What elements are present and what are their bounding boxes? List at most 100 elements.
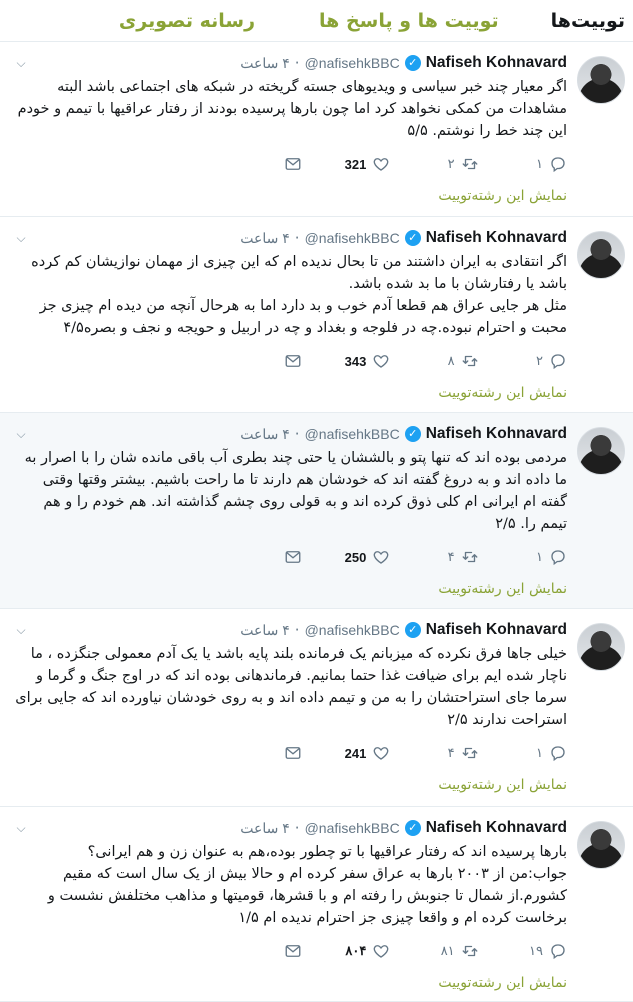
- separator-dot: ·: [294, 819, 300, 837]
- chevron-down-icon[interactable]: ⌵: [14, 56, 28, 70]
- author-handle[interactable]: @nafisehkBBC: [305, 622, 400, 638]
- tab-media[interactable]: رسانه تصویری: [119, 10, 279, 32]
- reply-count: ۲: [536, 353, 543, 368]
- tweet-timestamp[interactable]: ۴ ساعت: [240, 55, 290, 72]
- retweet-button[interactable]: ۴: [427, 548, 479, 566]
- reply-button[interactable]: ۱: [515, 744, 567, 762]
- tweet-timestamp[interactable]: ۴ ساعت: [240, 820, 290, 837]
- like-count: 250: [344, 549, 367, 565]
- chevron-down-icon[interactable]: ⌵: [14, 821, 28, 835]
- tab-tweets[interactable]: توییت‌ها: [551, 10, 625, 32]
- tweet-actions: ۲ ۸ 343: [250, 351, 567, 371]
- like-button[interactable]: 343: [338, 352, 390, 370]
- like-count: ۸۰۴: [345, 943, 367, 958]
- avatar[interactable]: [577, 231, 625, 279]
- retweet-button[interactable]: ۸۱: [427, 942, 479, 960]
- author-handle[interactable]: @nafisehkBBC: [305, 55, 400, 71]
- author-handle[interactable]: @nafisehkBBC: [305, 426, 400, 442]
- retweet-button[interactable]: ۲: [427, 155, 479, 173]
- author-name[interactable]: Nafiseh Kohnavard: [426, 229, 567, 247]
- tweet-text: مردمی بوده اند که تنها پتو و بالششان یا …: [24, 450, 567, 532]
- like-button[interactable]: 241: [338, 744, 390, 762]
- direct-message-button[interactable]: [250, 155, 302, 173]
- like-icon: [373, 355, 389, 368]
- tweet[interactable]: Nafiseh Kohnavard ✓ @nafisehkBBC · ۴ ساعت ⌵ اگ…: [0, 217, 633, 413]
- author-name[interactable]: Nafiseh Kohnavard: [426, 621, 567, 639]
- reply-icon: [551, 157, 565, 173]
- separator-dot: ·: [294, 54, 300, 72]
- reply-icon: [551, 746, 565, 762]
- author-handle[interactable]: @nafisehkBBC: [305, 820, 400, 836]
- separator-dot: ·: [294, 229, 300, 247]
- like-button[interactable]: 321: [338, 155, 390, 173]
- reply-icon: [551, 550, 565, 566]
- retweet-icon: [462, 355, 478, 367]
- separator-dot: ·: [294, 425, 300, 443]
- show-thread-link[interactable]: نمایش این رشته‌توییت: [438, 777, 567, 793]
- avatar[interactable]: [577, 427, 625, 475]
- reply-button[interactable]: ۲: [515, 352, 567, 370]
- direct-message-button[interactable]: [250, 352, 302, 370]
- show-thread-link[interactable]: نمایش این رشته‌توییت: [438, 385, 567, 401]
- retweet-icon: [462, 551, 478, 563]
- chevron-down-icon[interactable]: ⌵: [14, 427, 28, 441]
- chevron-down-icon[interactable]: ⌵: [14, 623, 28, 637]
- direct-message-button[interactable]: [250, 548, 302, 566]
- reply-count: ۱: [536, 745, 543, 760]
- retweet-count: ۸۱: [440, 943, 455, 958]
- verified-badge-icon: ✓: [404, 230, 421, 246]
- like-count: 321: [344, 156, 367, 172]
- tweet-actions: ۱ ۲ 321: [250, 154, 567, 174]
- verified-badge-icon: ✓: [404, 426, 421, 442]
- author-name[interactable]: Nafiseh Kohnavard: [426, 54, 567, 72]
- reply-button[interactable]: ۱: [515, 155, 567, 173]
- direct-message-icon: [285, 158, 301, 170]
- chevron-down-icon[interactable]: ⌵: [14, 231, 28, 245]
- retweet-icon: [462, 747, 478, 759]
- tweet-header: Nafiseh Kohnavard ✓ @nafisehkBBC · ۴ ساعت: [14, 423, 567, 445]
- tweet-header: Nafiseh Kohnavard ✓ @nafisehkBBC · ۴ ساعت: [14, 817, 567, 839]
- avatar[interactable]: [577, 56, 625, 104]
- reply-button[interactable]: ۱: [515, 548, 567, 566]
- tweet-timestamp[interactable]: ۴ ساعت: [240, 426, 290, 443]
- reply-button[interactable]: ۱۹: [515, 942, 567, 960]
- like-icon: [373, 747, 389, 760]
- tab-tweets-and-replies[interactable]: توییت ها و پاسخ ها: [319, 10, 523, 32]
- tweet[interactable]: Nafiseh Kohnavard ✓ @nafisehkBBC · ۴ ساعت ⌵ مر…: [0, 413, 633, 609]
- direct-message-button[interactable]: [250, 942, 302, 960]
- avatar[interactable]: [577, 821, 625, 869]
- author-handle[interactable]: @nafisehkBBC: [305, 230, 400, 246]
- tweet-actions: ۱ ۴ 250: [250, 547, 567, 567]
- retweet-count: ۸: [447, 353, 455, 368]
- author-name[interactable]: Nafiseh Kohnavard: [426, 819, 567, 837]
- tweet-timestamp[interactable]: ۴ ساعت: [240, 622, 290, 639]
- tweet-timestamp[interactable]: ۴ ساعت: [240, 230, 290, 247]
- tweet[interactable]: Nafiseh Kohnavard ✓ @nafisehkBBC · ۴ ساعت ⌵ با…: [0, 807, 633, 1002]
- reply-icon: [551, 354, 565, 370]
- author-name[interactable]: Nafiseh Kohnavard: [426, 425, 567, 443]
- retweet-button[interactable]: ۸: [427, 352, 479, 370]
- profile-tabs: توییت‌ها توییت ها و پاسخ ها رسانه تصویری: [0, 0, 633, 42]
- like-icon: [373, 158, 389, 171]
- retweet-count: ۲: [447, 156, 455, 171]
- avatar[interactable]: [577, 623, 625, 671]
- show-thread-link[interactable]: نمایش این رشته‌توییت: [438, 188, 567, 204]
- tweet-header: Nafiseh Kohnavard ✓ @nafisehkBBC · ۴ ساعت: [14, 227, 567, 249]
- show-thread-link[interactable]: نمایش این رشته‌توییت: [438, 581, 567, 597]
- like-button[interactable]: ۸۰۴: [338, 942, 390, 960]
- reply-count: ۱: [536, 156, 543, 171]
- tweet-text: خیلی جاها فرق نکرده که میزبانم یک فرماند…: [15, 646, 567, 728]
- direct-message-icon: [285, 355, 301, 367]
- like-icon: [373, 945, 389, 958]
- separator-dot: ·: [294, 621, 300, 639]
- verified-badge-icon: ✓: [404, 820, 421, 836]
- tweet[interactable]: Nafiseh Kohnavard ✓ @nafisehkBBC · ۴ ساعت ⌵ خی…: [0, 609, 633, 807]
- retweet-button[interactable]: ۴: [427, 744, 479, 762]
- direct-message-button[interactable]: [250, 744, 302, 762]
- show-thread-link[interactable]: نمایش این رشته‌توییت: [438, 975, 567, 991]
- like-button[interactable]: 250: [338, 548, 390, 566]
- tweet[interactable]: Nafiseh Kohnavard ✓ @nafisehkBBC · ۴ ساعت ⌵ اگ…: [0, 42, 633, 217]
- retweet-icon: [462, 945, 478, 957]
- verified-badge-icon: ✓: [404, 622, 421, 638]
- verified-badge-icon: ✓: [404, 55, 421, 71]
